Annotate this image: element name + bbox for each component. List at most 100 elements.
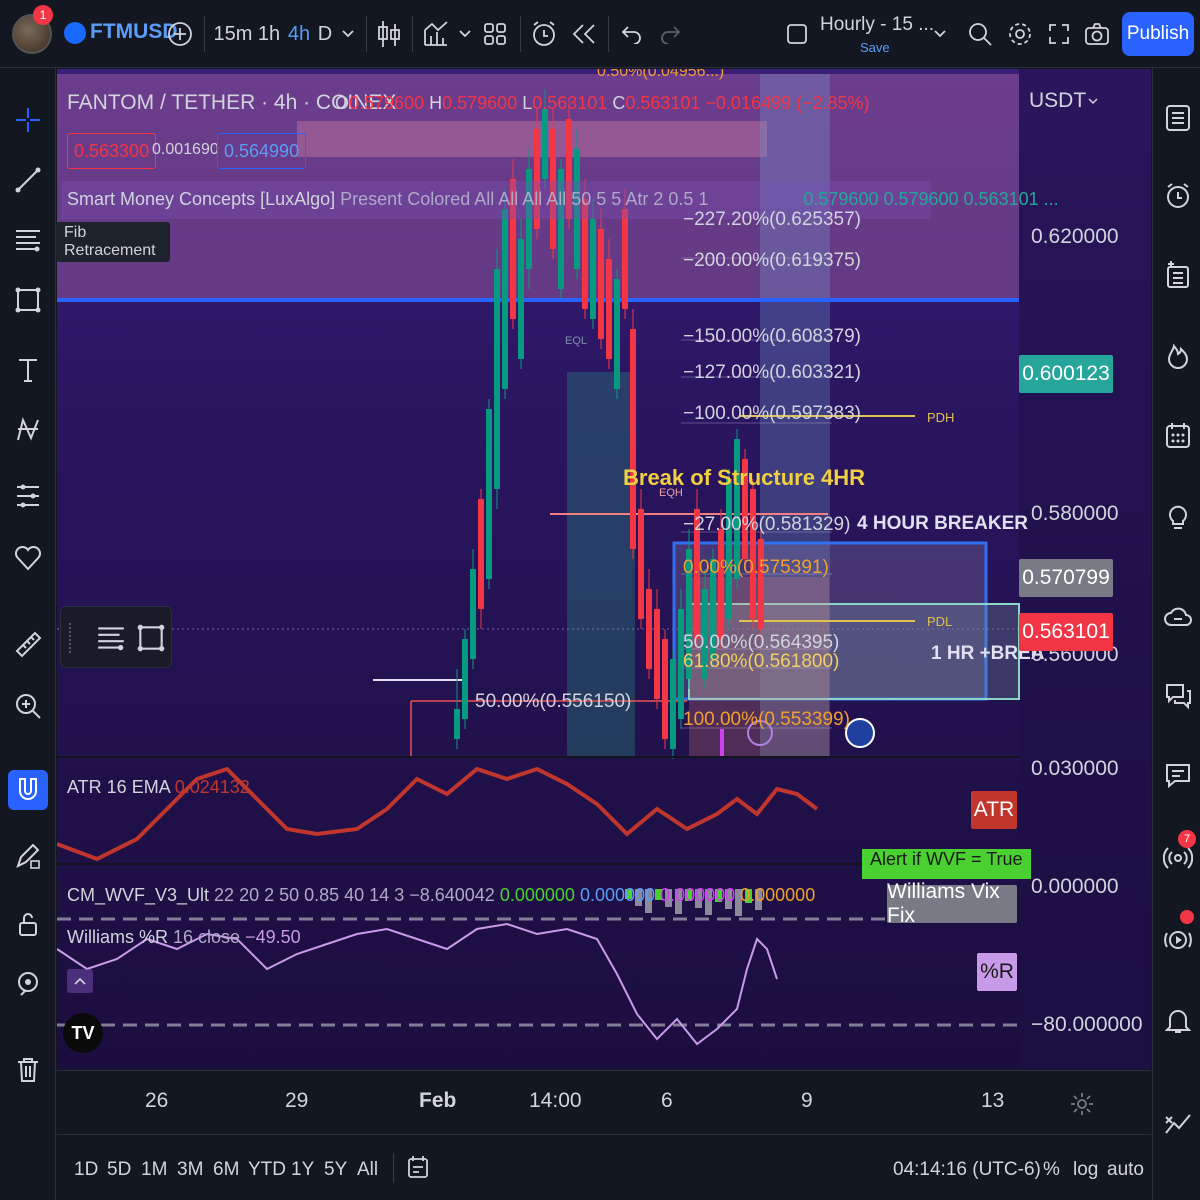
eql-label: EQL [565,335,588,347]
separator [393,1153,394,1183]
layout-name[interactable]: Hourly - 15 ... [820,14,934,36]
templates-button[interactable] [480,0,510,68]
williams-r-legend[interactable]: Williams %R 16 close −49.50 [67,927,301,948]
text-tool[interactable] [8,350,48,390]
alarm-clock-icon [533,21,555,46]
wvf-name: CM_WVF_V3_Ult [67,885,210,905]
publish-button[interactable]: Publish [1122,12,1194,56]
log-scale-toggle[interactable]: log [1073,1159,1098,1181]
search-button[interactable] [964,0,996,68]
candle-body [470,569,476,659]
trend-line-tool[interactable] [8,160,48,200]
lock-drawings-tool[interactable] [8,904,48,944]
pane-separator[interactable] [57,756,1019,758]
range-5y[interactable]: 5Y [324,1159,347,1181]
undo-button[interactable] [616,0,646,68]
favorites-tool[interactable] [8,538,48,578]
rectangle-icon[interactable] [135,622,167,654]
list-icon [1166,105,1190,131]
chats-button[interactable] [1159,676,1197,716]
range-5d[interactable]: 5D [107,1159,131,1181]
hotlists-button[interactable] [1159,336,1197,376]
smc-indicator-name: Smart Money Concepts [LuxAlgo] [67,189,336,209]
candle-body [622,209,628,309]
interval-dropdown[interactable] [338,0,358,68]
minds-button[interactable] [1159,756,1197,796]
streams-button[interactable] [1159,598,1197,638]
fib-retracement-icon[interactable] [95,622,127,654]
timezone-clock[interactable]: 04:14:16 (UTC-6) [893,1159,1041,1181]
alert-button[interactable] [528,0,560,68]
percent-scale-toggle[interactable]: % [1043,1159,1060,1181]
alerts-button[interactable] [1159,176,1197,216]
range-1m[interactable]: 1M [141,1159,167,1181]
ask-price-button[interactable]: 0.564990 [217,133,307,169]
drag-handle[interactable] [69,623,75,653]
help-button[interactable] [1159,920,1197,960]
range-1d[interactable]: 1D [74,1159,98,1181]
symbol-search-button[interactable]: FTMUSD [90,20,178,44]
replay-button[interactable] [568,0,600,68]
chart-settings-icon[interactable] [1069,1091,1095,1117]
compare-symbol-button[interactable] [166,0,194,68]
indicators-button[interactable] [420,0,452,68]
interval-4h[interactable]: 4h [286,0,312,68]
measure-tool[interactable] [8,624,48,664]
alarm-clock-icon [1167,183,1189,208]
ideas-button[interactable] [1159,496,1197,536]
trend-check-icon [1165,1114,1191,1134]
atr-indicator-legend[interactable]: ATR 16 EMA 0.024132 [67,777,250,798]
auto-scale-toggle[interactable]: auto [1107,1159,1144,1181]
candle-body [638,509,644,619]
collapse-legend-button[interactable] [67,969,93,993]
alerts-bell-button[interactable] [1159,1000,1197,1040]
tradingview-logo-icon[interactable]: TV [63,1013,103,1053]
interval-15m[interactable]: 15m [214,0,253,68]
layout-dropdown[interactable] [930,0,950,68]
shapes-tool[interactable] [8,280,48,320]
favorites-floating-toolbar[interactable] [60,606,172,668]
remove-drawings-tool[interactable] [8,1050,48,1090]
currency-label: USDT [1029,89,1087,112]
trading-panel-button[interactable] [1159,1104,1197,1144]
crosshair-tool[interactable] [8,100,48,140]
time-axis[interactable]: 26 29 Feb 14:00 6 9 13 [57,1070,1151,1134]
patterns-tool[interactable] [8,410,48,450]
bid-price-button[interactable]: 0.563300 [67,133,157,169]
interval-1h[interactable]: 1h [256,0,282,68]
prediction-tool[interactable] [8,476,48,516]
fullscreen-button[interactable] [1044,0,1074,68]
range-all[interactable]: All [357,1159,378,1181]
layout-checkbox[interactable] [784,0,810,68]
go-to-date-icon[interactable] [407,1155,429,1179]
zoom-tool[interactable] [8,686,48,726]
chart-type-button[interactable] [374,0,404,68]
wvf-indicator-legend[interactable]: CM_WVF_V3_Ult 22 20 2 50 0.85 40 14 3 −8… [67,885,815,906]
redo-button[interactable] [656,0,686,68]
fib-tool[interactable] [8,220,48,260]
smc-indicator-legend[interactable]: Smart Money Concepts [LuxAlgo] Present C… [67,189,1059,210]
watchlist-button[interactable] [1159,98,1197,138]
hide-drawings-tool[interactable] [8,964,48,1004]
indicators-dropdown[interactable] [456,0,474,68]
currency-selector[interactable]: USDT [1029,89,1098,113]
range-1y[interactable]: 1Y [291,1159,314,1181]
range-ytd[interactable]: YTD [248,1159,286,1181]
chart-area[interactable]: FANTOM / TETHER · 4h · COINEX O0.579600 … [57,69,1151,1069]
separator [608,16,609,52]
fib-retracement-icon [16,230,40,252]
price-tag-gray: 0.570799 [1019,559,1113,597]
drawing-mode-tool[interactable] [8,836,48,876]
interval-d[interactable]: D [316,0,334,68]
snapshot-button[interactable] [1082,0,1112,68]
magnet-tool[interactable] [8,770,48,810]
range-6m[interactable]: 6M [213,1159,239,1181]
range-3m[interactable]: 3M [177,1159,203,1181]
object-tree-button[interactable] [1159,256,1197,296]
layout-save-link[interactable]: Save [860,40,890,55]
wvf-value-3: 0.000000 [579,885,656,905]
bell-icon [1164,1010,1192,1033]
settings-button[interactable] [1004,0,1036,68]
smc-indicator-values: 0.579600 0.579600 0.563101 ... [803,189,1059,209]
calendar-button[interactable] [1159,416,1197,456]
